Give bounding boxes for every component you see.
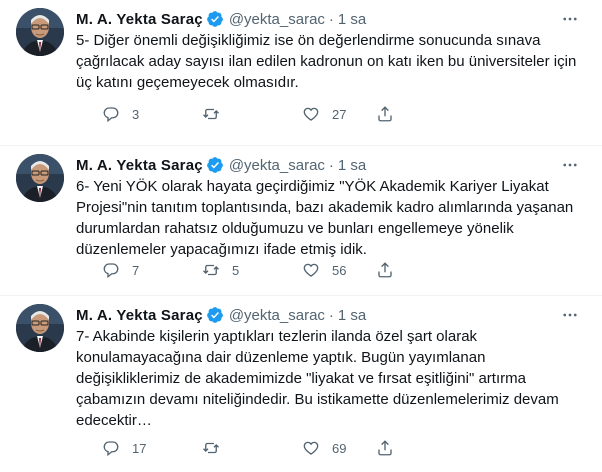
share-icon	[378, 440, 392, 456]
separator-dot: ·	[328, 306, 334, 324]
author-handle[interactable]: @yekta_sarac	[229, 307, 325, 324]
author-handle[interactable]: @yekta_sarac	[229, 157, 325, 174]
like-count: 69	[332, 440, 347, 456]
retweet-icon	[203, 264, 219, 276]
reply-icon	[103, 107, 119, 123]
share-button[interactable]	[376, 261, 436, 279]
tweet[interactable]: M. A. Yekta Saraç @yekta_sarac · 1 sa 6-…	[0, 146, 602, 296]
tweet-text: 5- Diğer önemli değişikliğimiz ise ön de…	[76, 32, 577, 91]
timestamp[interactable]: 1 sa	[338, 307, 366, 324]
retweet-icon	[203, 442, 219, 454]
like-button[interactable]: 56	[276, 261, 376, 279]
more-icon[interactable]	[560, 307, 580, 323]
tweet-text: 7- Akabinde kişilerin yaptıkları tezleri…	[76, 328, 559, 429]
verified-badge-icon	[206, 10, 224, 28]
like-icon	[303, 107, 319, 121]
share-button[interactable]	[376, 105, 436, 123]
author-handle[interactable]: @yekta_sarac	[229, 11, 325, 28]
retweet-button[interactable]: 5	[176, 261, 276, 279]
reply-button[interactable]: 3	[76, 105, 176, 123]
like-icon	[303, 441, 319, 455]
timestamp[interactable]: 1 sa	[338, 11, 366, 28]
retweet-icon	[203, 108, 219, 120]
verified-badge-icon	[206, 156, 224, 174]
author-name[interactable]: M. A. Yekta Saraç	[76, 157, 203, 174]
retweet-button[interactable]	[176, 105, 276, 123]
like-icon	[303, 263, 319, 277]
separator-dot: ·	[328, 156, 334, 174]
reply-count: 17	[132, 440, 147, 456]
tweet-header: M. A. Yekta Saraç @yekta_sarac · 1 sa	[76, 9, 586, 29]
retweet-count: 5	[232, 262, 240, 278]
tweet[interactable]: M. A. Yekta Saraç @yekta_sarac · 1 sa 7-…	[0, 296, 602, 457]
more-icon[interactable]	[560, 11, 580, 27]
tweet-actions: 17 69	[76, 438, 476, 458]
separator-dot: ·	[328, 10, 334, 28]
author-name[interactable]: M. A. Yekta Saraç	[76, 307, 203, 324]
timestamp[interactable]: 1 sa	[338, 157, 366, 174]
retweet-button[interactable]	[176, 439, 276, 457]
reply-button[interactable]: 17	[76, 439, 176, 457]
more-icon[interactable]	[560, 157, 580, 173]
tweet-header: M. A. Yekta Saraç @yekta_sarac · 1 sa	[76, 155, 586, 175]
avatar[interactable]	[16, 304, 64, 352]
tweet-header: M. A. Yekta Saraç @yekta_sarac · 1 sa	[76, 305, 586, 325]
tweet[interactable]: M. A. Yekta Saraç @yekta_sarac · 1 sa 5-…	[0, 0, 602, 146]
like-count: 27	[332, 106, 347, 122]
reply-button[interactable]: 7	[76, 261, 176, 279]
like-button[interactable]: 69	[276, 439, 376, 457]
tweet-actions: 3 27	[76, 104, 476, 124]
reply-count: 3	[132, 106, 140, 122]
reply-icon	[103, 441, 119, 457]
tweet-actions: 7 5 56	[76, 260, 476, 280]
share-button[interactable]	[376, 439, 436, 457]
share-icon	[378, 106, 392, 122]
avatar[interactable]	[16, 8, 64, 56]
like-count: 56	[332, 262, 347, 278]
tweet-text: 6- Yeni YÖK olarak hayata geçirdiğimiz "…	[76, 178, 574, 258]
share-icon	[378, 262, 392, 278]
avatar[interactable]	[16, 154, 64, 202]
timeline: M. A. Yekta Saraç @yekta_sarac · 1 sa 5-…	[0, 0, 602, 472]
author-name[interactable]: M. A. Yekta Saraç	[76, 11, 203, 28]
like-button[interactable]: 27	[276, 105, 376, 123]
reply-count: 7	[132, 262, 140, 278]
verified-badge-icon	[206, 306, 224, 324]
reply-icon	[103, 263, 119, 279]
